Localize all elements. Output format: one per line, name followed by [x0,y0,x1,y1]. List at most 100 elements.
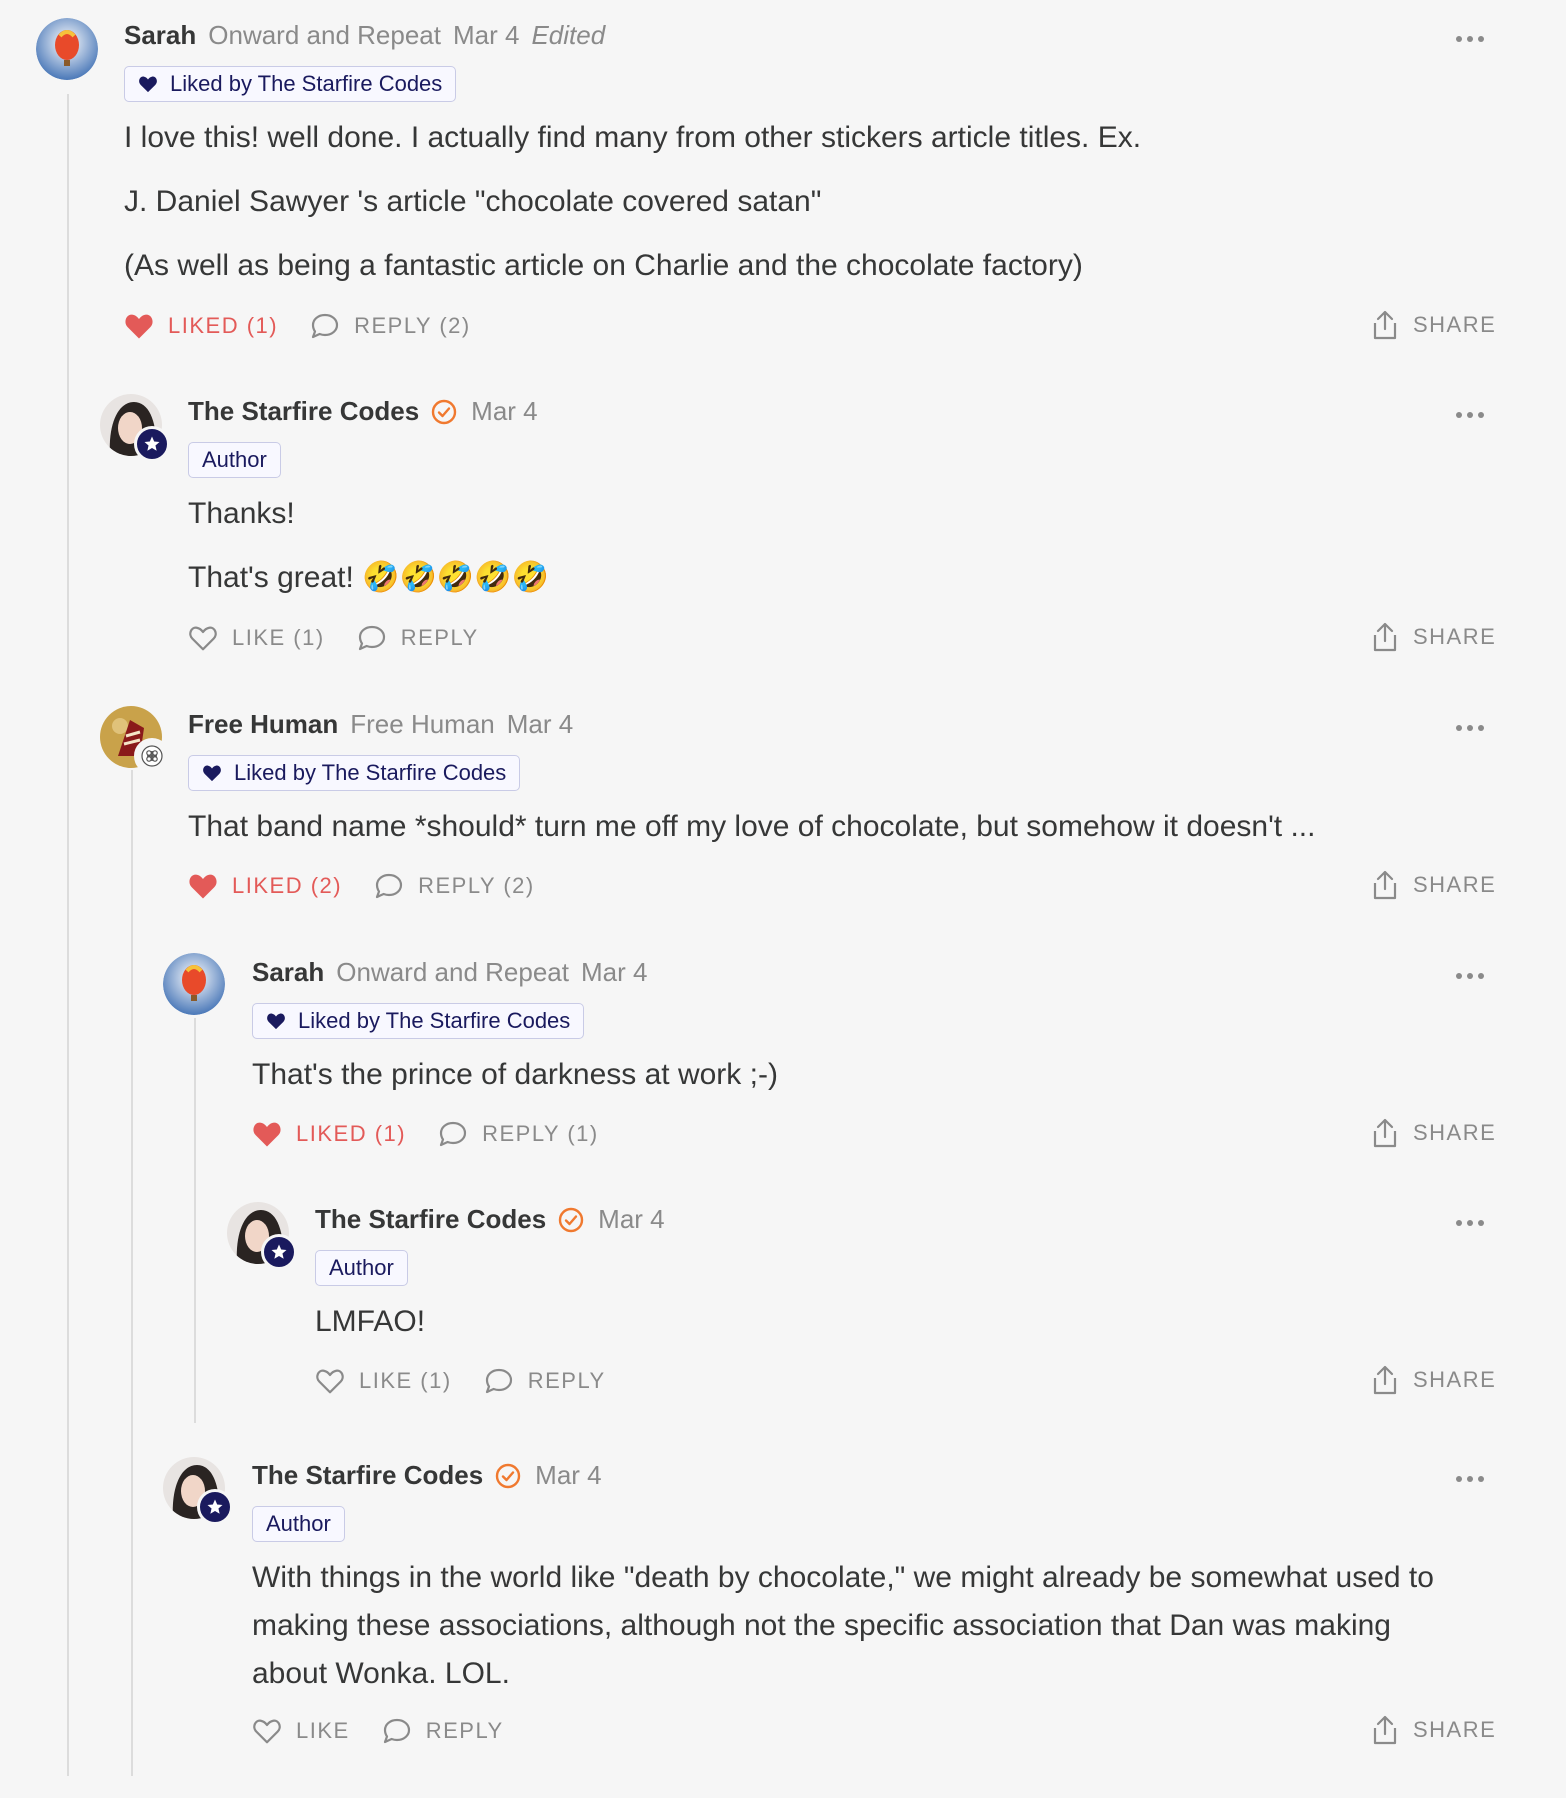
avatar[interactable] [36,18,98,80]
comment-author[interactable]: The Starfire Codes [315,1204,546,1235]
heart-icon [139,76,157,93]
share-label: SHARE [1413,872,1497,897]
author-badge: Author [188,442,281,478]
avatar[interactable] [100,394,170,462]
comment-bubble-icon [485,1368,512,1394]
comment-author[interactable]: Sarah [252,957,324,988]
more-options-button[interactable] [1456,1475,1484,1483]
thread-line [67,94,69,1776]
reply-label: REPLY [527,1368,606,1393]
community-badge-icon [134,738,170,774]
avatar[interactable] [163,953,225,1015]
author-badge: Author [315,1250,408,1286]
like-button[interactable]: LIKE (1) [188,624,325,652]
share-icon [1373,1365,1397,1395]
like-label: LIKED (1) [296,1121,407,1146]
verified-check-icon [495,1463,521,1489]
share-button[interactable]: SHARE [1371,869,1496,901]
heart-icon [203,765,221,782]
balloon-avatar-image [36,18,98,80]
more-options-button[interactable] [1456,35,1484,43]
reply-button[interactable]: REPLY (1) [438,1119,599,1149]
heart-outline-icon [189,626,217,651]
share-button[interactable]: SHARE [1371,1117,1496,1149]
avatar[interactable] [163,1457,233,1525]
like-button[interactable]: LIKED (1) [124,312,278,340]
comment-date[interactable]: Mar 4 [507,709,573,740]
like-button[interactable]: LIKE [252,1717,350,1745]
reply-button[interactable]: REPLY (2) [310,311,471,341]
share-icon [1373,870,1397,900]
comment-date[interactable]: Mar 4 [581,957,647,988]
comment-bubble-icon [439,1121,467,1147]
share-icon [1373,622,1397,652]
thread-line [131,770,133,1776]
more-options-button[interactable] [1456,724,1484,732]
comment-author[interactable]: The Starfire Codes [252,1460,483,1491]
share-button[interactable]: SHARE [1371,1714,1496,1746]
comment-bubble-icon [358,625,385,651]
star-badge-icon [261,1234,297,1270]
comment-text: I love this! well done. I actually find … [124,121,1142,154]
liked-by-badge: Liked by The Starfire Codes [252,1003,585,1039]
comment-bubble-icon [311,313,339,339]
comment-text: That's great! 🤣🤣🤣🤣🤣 [188,561,549,594]
liked-by-text: Liked by The Starfire Codes [298,1008,571,1033]
more-options-button[interactable] [1456,411,1484,419]
balloon-avatar-image [163,953,225,1015]
more-options-button[interactable] [1456,1219,1484,1227]
comment-date[interactable]: Mar 4 [453,20,519,51]
comment-text: With things in the world like "death by … [252,1561,1434,1594]
share-label: SHARE [1413,624,1497,649]
share-button[interactable]: SHARE [1371,309,1496,341]
comment-author[interactable]: Free Human [188,709,338,740]
share-icon [1373,1118,1397,1148]
star-badge-icon [134,426,170,462]
avatar[interactable] [227,1202,297,1270]
share-label: SHARE [1413,1717,1497,1742]
avatar[interactable] [100,706,170,774]
author-publication[interactable]: Onward and Repeat [336,957,569,988]
reply-button[interactable]: REPLY [382,1716,504,1746]
comment-date[interactable]: Mar 4 [598,1204,664,1235]
share-button[interactable]: SHARE [1371,621,1496,653]
verified-check-icon [558,1207,584,1233]
verified-check-icon [431,399,457,425]
comment-text: Thanks! [188,497,295,530]
heart-filled-icon [189,874,217,899]
share-button[interactable]: SHARE [1371,1364,1496,1396]
author-badge: Author [252,1506,345,1542]
thread-line [194,1018,196,1423]
comment-text: That band name *should* turn me off my l… [188,810,1316,843]
comment-date[interactable]: Mar 4 [535,1460,601,1491]
comment-author[interactable]: Sarah [124,20,196,51]
more-options-button[interactable] [1456,972,1484,980]
heart-filled-icon [125,314,153,339]
comment-bubble-icon [383,1718,410,1744]
comment-text: LMFAO! [315,1305,426,1338]
like-button[interactable]: LIKE (1) [315,1367,452,1395]
comment-date[interactable]: Mar 4 [471,396,537,427]
comment-text: That's the prince of darkness at work ;-… [252,1058,778,1091]
author-publication[interactable]: Free Human [350,709,495,740]
like-label: LIKED (1) [168,313,279,338]
heart-filled-icon [253,1122,281,1147]
star-badge-icon [197,1489,233,1525]
like-button[interactable]: LIKED (1) [252,1120,406,1148]
reply-button[interactable]: REPLY [484,1366,606,1396]
share-label: SHARE [1413,312,1497,337]
like-label: LIKED (2) [232,873,343,898]
like-button[interactable]: LIKED (2) [188,872,342,900]
reply-button[interactable]: REPLY (2) [374,871,535,901]
comment-author[interactable]: The Starfire Codes [188,396,419,427]
liked-by-text: Liked by The Starfire Codes [234,760,507,785]
comment-text: making these associations, although not … [252,1609,1391,1642]
reply-button[interactable]: REPLY [357,623,479,653]
like-label: LIKE (1) [359,1368,452,1393]
comment-text: about Wonka. LOL. [252,1657,510,1690]
author-publication[interactable]: Onward and Repeat [208,20,441,51]
comment-bubble-icon [375,873,403,899]
share-icon [1373,310,1397,340]
reply-label: REPLY (2) [354,313,471,338]
share-label: SHARE [1413,1120,1497,1145]
